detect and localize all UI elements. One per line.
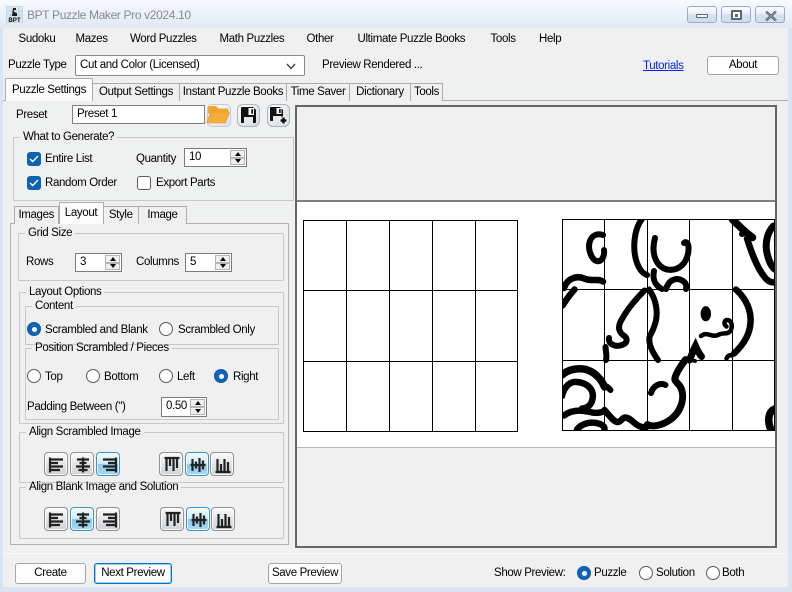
svg-text:BPT: BPT [8,17,21,23]
